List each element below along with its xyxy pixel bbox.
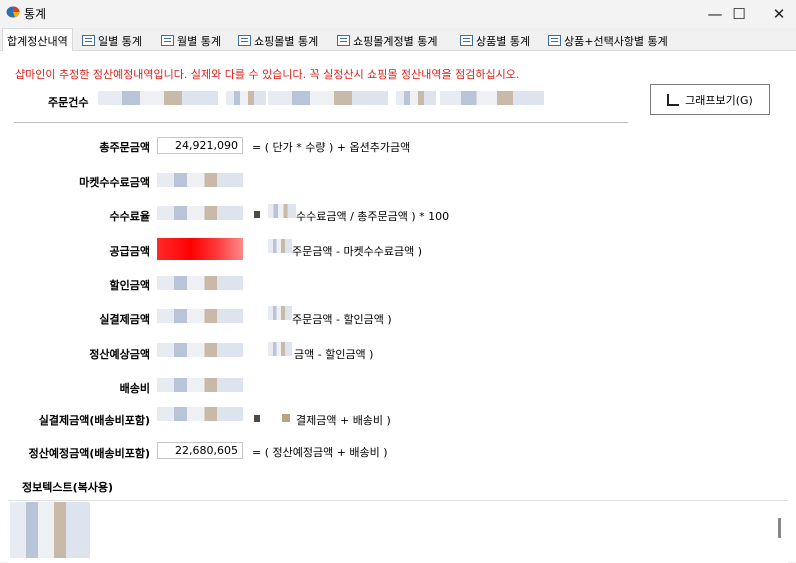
- order-count-value-2: [226, 91, 266, 105]
- tab-mall-account-stats[interactable]: 쇼핑몰계정별 통계: [337, 31, 437, 50]
- supply-value: [157, 238, 243, 260]
- actual-pay-ship-value: [157, 407, 243, 421]
- tab-product-option-stats[interactable]: 상품+선택사항별 통계: [548, 31, 668, 50]
- discount-label: 할인금액: [109, 279, 150, 292]
- tab-label: 합계정산내역: [7, 34, 68, 48]
- scrollbar-thumb[interactable]: [778, 518, 781, 538]
- graph-view-label: 그래프보기(G): [685, 93, 753, 107]
- settle-expected-formula: 금액 - 할인금액 ): [294, 348, 374, 361]
- graph-view-button[interactable]: 그래프보기(G): [650, 84, 770, 115]
- fee-rate-label: 수수료율: [109, 210, 150, 223]
- tab-label: 상품별 통계: [476, 34, 531, 48]
- settle-expected-value: [157, 343, 243, 357]
- notice-text: 샵마인이 추정한 정산예정내역입니다. 실제와 다를 수 있습니다. 꼭 실정산…: [15, 68, 520, 81]
- tab-monthly-stats[interactable]: 월별 통계: [161, 31, 221, 50]
- chart-icon: [667, 93, 680, 106]
- actual-pay-value: [157, 309, 243, 323]
- info-text-label: 정보텍스트(복사용): [22, 481, 114, 494]
- close-button[interactable]: ✕: [756, 0, 796, 28]
- shipping-value: [157, 378, 243, 392]
- actual-pay-formula-start: [268, 306, 292, 320]
- tab-label: 상품+선택사항별 통계: [564, 34, 668, 48]
- info-text-content: [10, 502, 90, 558]
- settle-ship-field[interactable]: 22,680,605: [157, 442, 243, 459]
- report-icon: [161, 35, 174, 46]
- actual-pay-ship-formula-start: [282, 414, 290, 422]
- app-logo-icon: [6, 6, 20, 18]
- settle-expected-formula-start: [268, 342, 292, 356]
- total-order-label: 총주문금액: [99, 141, 150, 154]
- settle-expected-label: 정산예상금액: [89, 348, 150, 361]
- title-bar: 통계 — ☐ ✕: [0, 0, 796, 28]
- tab-strip: 합계정산내역 일별 통계 월별 통계 쇼핑몰별 통계 쇼핑몰계정별 통계 상품별…: [0, 28, 796, 52]
- tab-label: 쇼핑몰별 통계: [254, 34, 319, 48]
- tab-product-stats[interactable]: 상품별 통계: [460, 31, 530, 50]
- tab-label: 월별 통계: [177, 34, 221, 48]
- report-icon: [337, 35, 350, 46]
- report-icon: [238, 35, 251, 46]
- order-count-value-5: [440, 91, 544, 105]
- discount-value: [157, 276, 243, 290]
- content-panel: [0, 51, 796, 562]
- window-title: 통계: [24, 7, 47, 21]
- actual-pay-ship-formula: 결제금액 + 배송비 ): [296, 414, 391, 427]
- supply-formula: 주문금액 - 마켓수수료금액 ): [292, 245, 423, 258]
- settle-ship-label: 정산예정금액(배송비포함): [28, 447, 150, 460]
- report-icon: [460, 35, 473, 46]
- divider: [14, 122, 628, 123]
- supply-formula-start: [268, 239, 292, 253]
- actual-pay-ship-label: 실결제금액(배송비포함): [38, 414, 150, 427]
- fee-rate-marker: [254, 211, 260, 218]
- report-icon: [548, 35, 561, 46]
- tab-daily-stats[interactable]: 일별 통계: [82, 31, 142, 50]
- market-fee-label: 마켓수수료금액: [79, 176, 150, 189]
- total-order-formula: = ( 단가 * 수량 ) + 옵션추가금액: [252, 141, 411, 154]
- market-fee-value: [157, 173, 243, 187]
- order-count-value-4: [396, 91, 436, 105]
- info-textarea[interactable]: [8, 500, 788, 563]
- tab-mall-stats[interactable]: 쇼핑몰별 통계: [238, 31, 318, 50]
- settle-ship-formula: = ( 정산예정금액 + 배송비 ): [252, 446, 388, 459]
- order-count-value-3: [268, 91, 388, 105]
- actual-pay-formula: 주문금액 - 할인금액 ): [292, 313, 392, 326]
- shipping-label: 배송비: [119, 382, 150, 395]
- order-count-label: 주문건수: [48, 96, 89, 109]
- actual-pay-label: 실결제금액: [99, 313, 150, 326]
- supply-label: 공급금액: [109, 245, 150, 258]
- tab-total-settlement[interactable]: 합계정산내역: [2, 28, 73, 52]
- fee-rate-value: [157, 206, 243, 220]
- total-order-field[interactable]: 24,921,090: [157, 137, 243, 154]
- tab-label: 일별 통계: [98, 34, 142, 48]
- actual-pay-ship-marker: [254, 415, 260, 422]
- order-count-value-1: [98, 91, 218, 105]
- report-icon: [82, 35, 95, 46]
- fee-rate-formula: 수수료금액 / 총주문금액 ) * 100: [296, 210, 450, 223]
- tab-label: 쇼핑몰계정별 통계: [353, 34, 438, 48]
- fee-rate-formula-start: [268, 204, 296, 218]
